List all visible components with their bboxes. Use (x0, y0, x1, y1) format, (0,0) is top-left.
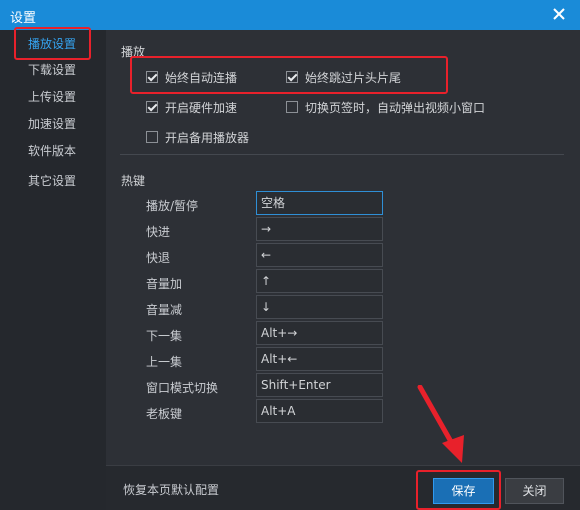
backup-player-label: 开启备用播放器 (165, 130, 250, 145)
popup-mini-window-label: 切换页签时，自动弹出视频小窗口 (305, 100, 486, 115)
checkbox-box[interactable] (146, 131, 158, 143)
hotkey-field-next-episode[interactable]: Alt+→ (256, 321, 383, 345)
checkbox-box[interactable] (146, 71, 158, 83)
checkbox-box[interactable] (286, 71, 298, 83)
sidebar-item-other[interactable]: 其它设置 (0, 169, 106, 193)
section-divider (120, 154, 564, 155)
window-title: 设置 (10, 11, 37, 26)
hotkey-label-play-pause: 播放/暂停 (146, 199, 199, 213)
hotkey-label-rewind: 快退 (146, 251, 171, 265)
hotkey-field-volume-down[interactable]: ↓ (256, 295, 383, 319)
auto-play-next-checkbox[interactable]: 始终自动连播 (146, 68, 237, 86)
hotkey-label-next-episode: 下一集 (146, 329, 183, 343)
sidebar-item-download[interactable]: 下载设置 (0, 58, 106, 82)
sidebar-item-acceleration[interactable]: 加速设置 (0, 112, 106, 136)
hotkey-label-forward: 快进 (146, 225, 171, 239)
auto-play-next-label: 始终自动连播 (165, 70, 238, 85)
hotkey-field-volume-up[interactable]: ↑ (256, 269, 383, 293)
close-icon[interactable] (550, 5, 568, 23)
hotkey-label-volume-up: 音量加 (146, 277, 183, 291)
hotkeys-section-title: 热键 (121, 174, 146, 188)
title-bar: 设置 (0, 0, 580, 30)
sidebar-item-playback[interactable]: 播放设置 (0, 32, 106, 56)
hotkey-label-boss-key: 老板键 (146, 407, 183, 421)
hotkey-field-boss-key[interactable]: Alt+A (256, 399, 383, 423)
hotkey-field-forward[interactable]: → (256, 217, 383, 241)
popup-mini-window-checkbox[interactable]: 切换页签时，自动弹出视频小窗口 (286, 98, 485, 116)
backup-player-checkbox[interactable]: 开启备用播放器 (146, 128, 249, 146)
close-button[interactable]: 关闭 (505, 478, 564, 504)
hardware-acceleration-label: 开启硬件加速 (165, 100, 238, 115)
save-button[interactable]: 保存 (433, 478, 494, 504)
restore-defaults-link[interactable]: 恢复本页默认配置 (123, 481, 219, 498)
sidebar-item-upload[interactable]: 上传设置 (0, 85, 106, 109)
hardware-acceleration-checkbox[interactable]: 开启硬件加速 (146, 98, 237, 116)
hotkey-field-rewind[interactable]: ← (256, 243, 383, 267)
playback-section-title: 播放 (121, 45, 146, 59)
hotkey-field-prev-episode[interactable]: Alt+← (256, 347, 383, 371)
hotkey-field-play-pause[interactable]: 空格 (256, 191, 383, 215)
skip-intro-outro-checkbox[interactable]: 始终跳过片头片尾 (286, 68, 401, 86)
hotkey-field-window-mode[interactable]: Shift+Enter (256, 373, 383, 397)
checkbox-box[interactable] (146, 101, 158, 113)
hotkey-label-volume-down: 音量减 (146, 303, 183, 317)
hotkey-label-window-mode: 窗口模式切换 (146, 381, 219, 395)
skip-intro-outro-label: 始终跳过片头片尾 (305, 70, 402, 85)
sidebar-item-version[interactable]: 软件版本 (0, 139, 106, 163)
hotkey-label-prev-episode: 上一集 (146, 355, 183, 369)
checkbox-box[interactable] (286, 101, 298, 113)
